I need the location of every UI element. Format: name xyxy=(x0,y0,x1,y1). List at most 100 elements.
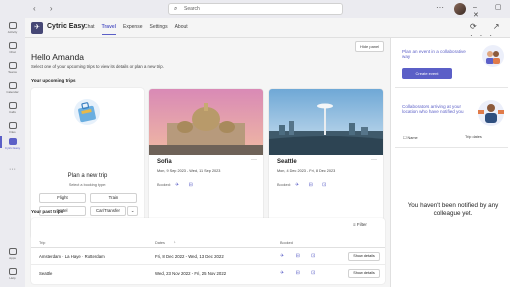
app-rail: Activity Chat Teams Calendar Calls Files… xyxy=(0,18,25,287)
more-options-icon[interactable]: ··· xyxy=(251,157,257,163)
plan-trip-subtitle: Select a booking type: xyxy=(68,183,107,187)
rail-label: Activity xyxy=(7,30,18,34)
trip-city: Seattle xyxy=(277,159,297,165)
rail-item-teams[interactable]: Teams xyxy=(0,62,25,74)
plan-trip-card: Plan a new trip Select a booking type: F… xyxy=(31,88,144,239)
airplane-icon: ✈ ⊟ ⊡ xyxy=(280,253,321,259)
colleague-illustration-icon xyxy=(478,100,504,126)
trip-dates: Mon, 4 Dec 2023 - Fri, 8 Dec 2023 xyxy=(277,169,336,173)
airplane-icon: ✈ ⊟ xyxy=(175,182,197,188)
sort-down-icon[interactable]: ↓ xyxy=(174,240,176,244)
tab-about[interactable]: About xyxy=(175,24,188,36)
rail-label: Files xyxy=(9,130,16,134)
plan-trip-title: Plan a new trip xyxy=(67,173,108,179)
apps-icon xyxy=(8,248,17,255)
col-name: ☐ Name xyxy=(403,136,418,140)
show-details-button[interactable]: Show details xyxy=(348,252,380,261)
more-options-icon[interactable]: ··· xyxy=(371,157,377,163)
past-trips-title: Your past trips xyxy=(31,209,64,214)
calendar-icon xyxy=(8,82,17,89)
upcoming-trips-title: Your upcoming trips xyxy=(31,78,76,83)
trip-card-seattle[interactable]: Seattle ··· Mon, 4 Dec 2023 - Fri, 8 Dec… xyxy=(269,89,383,239)
more-apps-icon[interactable]: ··· xyxy=(0,166,25,173)
create-event-card: Plan an event in a collaborative way Cre… xyxy=(395,38,508,88)
rail-item-calendar[interactable]: Calendar xyxy=(0,82,25,94)
colleagues-title: Collaborators arriving at your location … xyxy=(402,104,464,114)
rail-item-files[interactable]: Files xyxy=(0,122,25,134)
col-name-label: Name xyxy=(407,136,418,140)
hide-panel-button[interactable]: Hide panel xyxy=(355,41,385,52)
rail-item-chat[interactable]: Chat xyxy=(0,42,25,54)
chat-icon xyxy=(8,42,17,49)
table-header: Trip Dates ↓ Booked xyxy=(31,238,385,248)
history-arrows-icon[interactable]: ‹ › xyxy=(33,4,59,13)
rail-label: Chat xyxy=(9,50,16,54)
empty-state-text: You haven't been notified by any colleag… xyxy=(407,202,499,217)
main-panel: Hide panel Hello Amanda Select one of yo… xyxy=(25,38,390,287)
colleagues-card: Collaborators arriving at your location … xyxy=(395,98,508,148)
rail-item-activity[interactable]: Activity xyxy=(0,22,25,34)
app-name: Cytric Easy xyxy=(47,23,86,30)
table-row[interactable]: Seattle Wed, 23 Nov 2022 - Fri, 25 Nov 2… xyxy=(31,266,385,282)
event-title: Plan an event in a collaborative way xyxy=(402,49,466,59)
bell-icon xyxy=(8,22,17,29)
phone-icon xyxy=(8,102,17,109)
sofia-cathedral-photo xyxy=(149,89,263,155)
page-subtitle: Select one of your upcoming trips to vie… xyxy=(31,64,164,69)
flight-button[interactable]: Flight xyxy=(39,193,86,203)
rail-label: Calendar xyxy=(6,90,19,94)
header-dates[interactable]: Dates xyxy=(155,241,165,245)
cytric-logo-icon: ✈ xyxy=(31,22,43,34)
rail-item-help[interactable]: Help xyxy=(0,268,25,280)
rail-label: Apps xyxy=(9,256,16,260)
train-button[interactable]: Train xyxy=(90,193,137,203)
search-placeholder: Search xyxy=(184,6,200,12)
window-controls-icon[interactable]: – ▢ ✕ xyxy=(473,3,510,19)
rail-label: Calls xyxy=(9,110,16,114)
seattle-skyline-photo xyxy=(269,89,383,155)
people-illustration-icon xyxy=(482,45,504,67)
filter-button[interactable]: ≡ Filter xyxy=(353,222,367,227)
rail-item-cytric-easy[interactable]: Cytric Easy xyxy=(0,138,25,150)
trip-city: Sofia xyxy=(157,159,172,165)
trip-card-sofia[interactable]: Sofia ··· Mon, 9 Sep 2023 - Wed, 11 Sep … xyxy=(149,89,263,239)
row-trip: Amsterdam · La Haye · Rotterdam xyxy=(39,254,105,259)
trip-booked-label: Booked: xyxy=(277,183,291,187)
more-options-icon[interactable]: ··· xyxy=(436,3,444,12)
tab-expense[interactable]: Expense xyxy=(123,24,142,36)
file-icon xyxy=(8,122,17,129)
car-transfer-button[interactable]: Car/Transfer xyxy=(90,206,126,216)
table-row[interactable]: Amsterdam · La Haye · Rotterdam Fri, 8 D… xyxy=(31,249,385,265)
page-title: Hello Amanda xyxy=(31,52,84,62)
app-tabs: Chat Travel Expense Settings About xyxy=(84,24,195,36)
past-trips-table: ≡ Filter Trip Dates ↓ Booked Amsterdam ·… xyxy=(31,218,385,284)
row-trip: Seattle xyxy=(39,271,53,276)
airplane-icon: ✈ ⊟ ⊡ xyxy=(295,182,331,188)
teams-icon xyxy=(8,62,17,69)
rail-label: Cytric Easy xyxy=(4,146,21,150)
side-panel: Plan an event in a collaborative way Cre… xyxy=(390,38,510,287)
chevron-down-icon[interactable]: ⌄ xyxy=(127,206,138,216)
trip-booked-label: Booked: xyxy=(157,183,171,187)
avatar[interactable] xyxy=(454,3,466,15)
airplane-icon: ✈ ⊟ ⊡ xyxy=(280,270,321,276)
show-details-button[interactable]: Show details xyxy=(348,269,380,278)
rail-item-apps[interactable]: Apps xyxy=(0,248,25,260)
title-bar: ‹ › ⌕ Search ··· – ▢ ✕ xyxy=(0,0,510,19)
filter-label: Filter xyxy=(356,222,367,227)
tab-settings[interactable]: Settings xyxy=(150,24,168,36)
tab-chat[interactable]: Chat xyxy=(84,24,95,36)
tab-travel[interactable]: Travel xyxy=(101,24,117,36)
airplane-icon xyxy=(8,138,17,145)
header-trip[interactable]: Trip xyxy=(39,241,45,245)
search-icon: ⌕ xyxy=(174,6,178,12)
header-booked: Booked xyxy=(280,241,293,245)
rail-label: Help xyxy=(9,276,16,280)
create-event-button[interactable]: Create event xyxy=(402,68,452,79)
search-input[interactable]: ⌕ Search xyxy=(168,3,343,15)
rail-item-calls[interactable]: Calls xyxy=(0,102,25,114)
row-dates: Fri, 8 Dec 2022 - Wed, 13 Dec 2022 xyxy=(155,254,224,259)
suitcase-illustration-icon xyxy=(74,99,100,125)
app-header: ✈ Cytric Easy Chat Travel Expense Settin… xyxy=(25,18,510,40)
help-icon xyxy=(8,268,17,275)
